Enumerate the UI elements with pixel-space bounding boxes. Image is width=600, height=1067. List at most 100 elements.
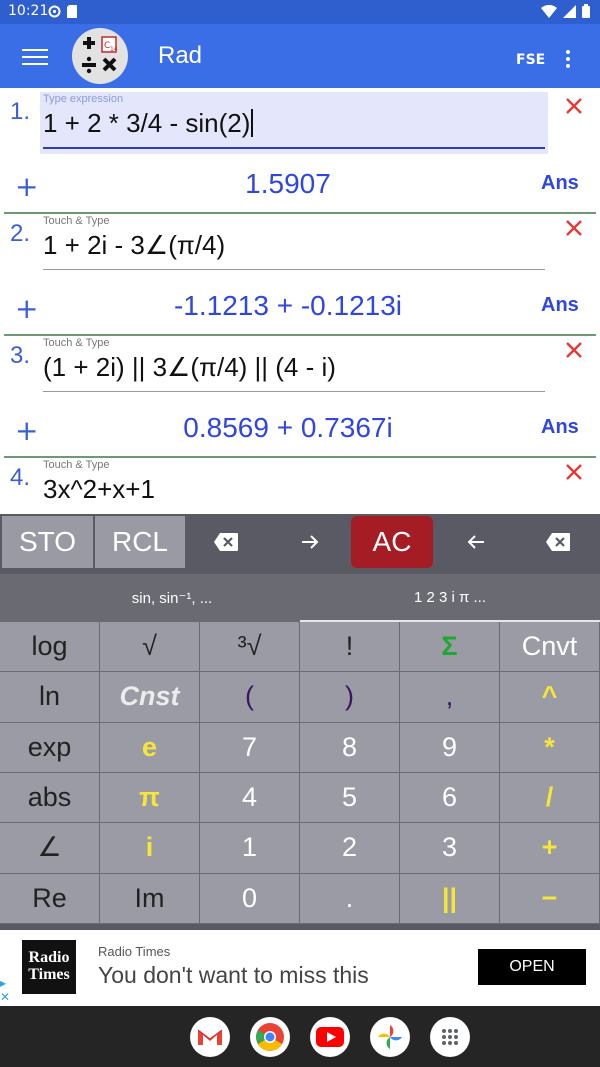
expression-field[interactable]: Touch & Type 1 + 2i - 3∠(π/4) bbox=[40, 214, 548, 276]
key-1[interactable]: 1 bbox=[200, 823, 300, 874]
cursor-left-button[interactable] bbox=[446, 516, 506, 568]
expression-field[interactable]: Type expression 1 + 2 * 3/4 - sin(2) bbox=[40, 92, 548, 154]
ad-source: Radio Times bbox=[98, 944, 171, 959]
wifi-icon bbox=[541, 4, 557, 18]
app-logo: C 14 bbox=[72, 28, 128, 84]
status-time: 10:21 bbox=[8, 3, 49, 19]
menu-button[interactable] bbox=[22, 44, 48, 68]
key-9[interactable]: 9 bbox=[400, 722, 500, 773]
key-e[interactable]: e bbox=[100, 722, 200, 773]
key-multiply[interactable]: * bbox=[500, 722, 600, 773]
battery-icon bbox=[582, 4, 590, 18]
key-cbrt[interactable]: ³√ bbox=[200, 622, 300, 673]
key-3[interactable]: 3 bbox=[400, 823, 500, 874]
store-button[interactable]: STO bbox=[2, 516, 93, 568]
key-log[interactable]: log bbox=[0, 622, 100, 673]
chrome-icon[interactable] bbox=[250, 1017, 290, 1057]
key-divide[interactable]: / bbox=[500, 772, 600, 824]
overflow-menu-button[interactable] bbox=[566, 50, 570, 71]
key-open-paren[interactable]: ( bbox=[200, 672, 300, 723]
entry-number: 4. bbox=[10, 464, 31, 491]
ans-button[interactable]: Ans bbox=[541, 172, 579, 195]
backspace-button[interactable] bbox=[528, 516, 588, 568]
result-value: 0.8569 + 0.7367i bbox=[183, 412, 393, 443]
key-power[interactable]: ^ bbox=[500, 672, 600, 723]
result-value: -1.1213 + -0.1213i bbox=[173, 290, 403, 321]
app-drawer-icon[interactable] bbox=[430, 1017, 470, 1057]
clear-entry-button[interactable] bbox=[196, 516, 256, 568]
youtube-icon[interactable] bbox=[310, 1017, 350, 1057]
key-convert[interactable]: Cnvt bbox=[500, 622, 600, 673]
cursor-right-button[interactable] bbox=[280, 516, 340, 568]
app-dock bbox=[0, 1006, 600, 1067]
key-4[interactable]: 4 bbox=[200, 772, 300, 824]
backspace-icon bbox=[546, 533, 570, 551]
expression-field[interactable]: Touch & Type 3x^2+x+1 bbox=[40, 458, 548, 514]
fse-button[interactable]: FSE bbox=[516, 52, 545, 68]
key-abs[interactable]: abs bbox=[0, 772, 100, 824]
entry-2: 2. Touch & Type 1 + 2i - 3∠(π/4) + -1.12… bbox=[0, 210, 600, 336]
app-bar: C 14 Rad FSE bbox=[0, 24, 600, 88]
expression-text: 3x^2+x+1 bbox=[43, 474, 155, 504]
photos-icon[interactable] bbox=[370, 1017, 410, 1057]
ad-choices-icon[interactable]: ▸ ✕ bbox=[0, 976, 10, 1004]
ad-banner[interactable]: Radio Times Radio Times You don't want t… bbox=[0, 930, 600, 1006]
key-re[interactable]: Re bbox=[0, 873, 100, 924]
svg-text:14: 14 bbox=[110, 46, 118, 53]
gmail-icon[interactable] bbox=[190, 1017, 230, 1057]
key-comma[interactable]: , bbox=[400, 672, 500, 723]
key-exp[interactable]: exp bbox=[0, 722, 100, 773]
all-clear-button[interactable]: AC bbox=[351, 516, 433, 568]
key-plus[interactable]: + bbox=[500, 823, 600, 874]
key-sqrt[interactable]: √ bbox=[100, 622, 200, 673]
entry-number: 1. bbox=[10, 98, 31, 125]
result-value: 1.5907 bbox=[245, 168, 331, 199]
ad-open-button[interactable]: OPEN bbox=[478, 949, 586, 985]
recall-button[interactable]: RCL bbox=[95, 516, 185, 568]
tab-numbers[interactable]: 1 2 3 i π ... bbox=[300, 574, 600, 622]
close-icon[interactable] bbox=[562, 460, 586, 484]
key-minus[interactable]: − bbox=[500, 873, 600, 924]
entry-number: 2. bbox=[10, 220, 31, 247]
key-constants[interactable]: Cnst bbox=[100, 672, 200, 723]
key-factorial[interactable]: ! bbox=[300, 622, 400, 673]
expression-hint: Type expression bbox=[43, 93, 124, 105]
close-icon[interactable] bbox=[562, 94, 586, 118]
close-icon[interactable] bbox=[562, 216, 586, 240]
key-parallel[interactable]: || bbox=[400, 873, 500, 924]
expression-list: 1. Type expression 1 + 2 * 3/4 - sin(2) … bbox=[0, 88, 600, 514]
calculator-logo-icon: C 14 bbox=[82, 36, 118, 74]
entry-1: 1. Type expression 1 + 2 * 3/4 - sin(2) … bbox=[0, 88, 600, 214]
key-i[interactable]: i bbox=[100, 823, 200, 874]
expression-field[interactable]: Touch & Type (1 + 2i) || 3∠(π/4) || (4 -… bbox=[40, 336, 548, 398]
ans-button[interactable]: Ans bbox=[541, 294, 579, 317]
key-decimal[interactable]: . bbox=[300, 873, 400, 924]
expression-hint: Touch & Type bbox=[43, 337, 110, 349]
tab-functions[interactable]: sin, sin⁻¹, ... bbox=[22, 574, 322, 622]
key-angle[interactable]: ∠ bbox=[0, 823, 100, 874]
expression-text: (1 + 2i) || 3∠(π/4) || (4 - i) bbox=[43, 352, 336, 382]
entry-number: 3. bbox=[10, 342, 31, 369]
close-icon[interactable] bbox=[562, 338, 586, 362]
entry-3: 3. Touch & Type (1 + 2i) || 3∠(π/4) || (… bbox=[0, 332, 600, 458]
angle-mode-title[interactable]: Rad bbox=[158, 42, 202, 70]
key-sigma[interactable]: Σ bbox=[400, 622, 500, 673]
keypad-tabs: sin, sin⁻¹, ... 1 2 3 i π ... bbox=[0, 574, 600, 622]
backspace-x-icon bbox=[214, 533, 238, 551]
key-6[interactable]: 6 bbox=[400, 772, 500, 824]
key-pi[interactable]: π bbox=[100, 772, 200, 824]
expression-text: 1 + 2 * 3/4 - sin(2) bbox=[43, 108, 251, 138]
key-5[interactable]: 5 bbox=[300, 772, 400, 824]
key-2[interactable]: 2 bbox=[300, 823, 400, 874]
expression-hint: Touch & Type bbox=[43, 215, 110, 227]
expression-hint: Touch & Type bbox=[43, 459, 110, 471]
key-8[interactable]: 8 bbox=[300, 722, 400, 773]
ad-headline: You don't want to miss this bbox=[98, 962, 369, 988]
key-7[interactable]: 7 bbox=[200, 722, 300, 773]
key-ln[interactable]: ln bbox=[0, 672, 100, 723]
key-0[interactable]: 0 bbox=[200, 873, 300, 924]
keypad: log √ ³√ ! Σ Cnvt ln Cnst ( ) , ^ exp e … bbox=[0, 622, 600, 924]
key-close-paren[interactable]: ) bbox=[300, 672, 400, 723]
key-im[interactable]: Im bbox=[100, 873, 200, 924]
ans-button[interactable]: Ans bbox=[541, 416, 579, 439]
